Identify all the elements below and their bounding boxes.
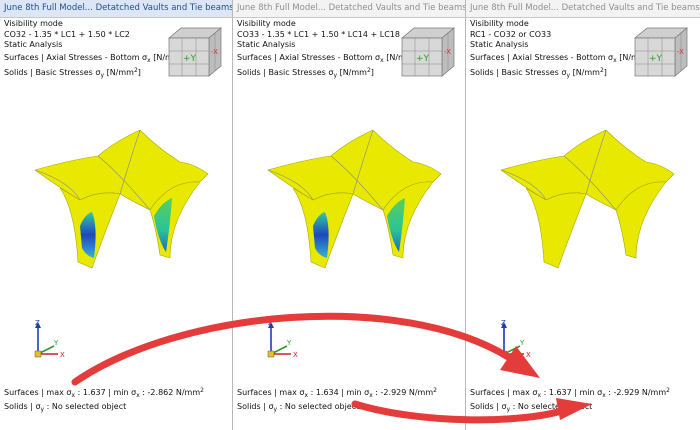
info-line: Solids | Basic Stresses σy [N/mm2] [237, 67, 374, 79]
cube-front-label: +Y [649, 54, 663, 64]
info-line: RC1 - CO32 or CO33 [470, 29, 552, 39]
axis-x-label: X [293, 351, 298, 359]
info-line: Surfaces | Axial Stresses - Bottom σx [N… [237, 52, 421, 64]
axis-z-label: Z [268, 319, 273, 327]
axis-triad-icon: Z YX [235, 318, 305, 367]
cube-front-label: +Y [416, 54, 430, 64]
axis-triad-icon: Z YX [2, 318, 72, 367]
panel-title[interactable]: June 8th Full Model... Detatched Vaults … [0, 0, 232, 18]
info-line: Static Analysis [470, 40, 529, 49]
viewport-panel-3[interactable]: June 8th Full Model... Detatched Vaults … [466, 0, 700, 430]
info-line: Static Analysis [237, 40, 296, 49]
info-line: Surfaces | Axial Stresses - Bottom σx [N… [4, 52, 188, 64]
axis-triad-icon: Z YX [468, 318, 538, 367]
info-line: Visibility mode [4, 19, 63, 28]
info-line: Static Analysis [4, 40, 63, 49]
result-summary: Surfaces | max σx : 1.634 | min σx : -2.… [237, 387, 437, 413]
info-line: CO33 - 1.35 * LC1 + 1.50 * LC14 + LC18 [237, 29, 400, 39]
info-overlay: Visibility mode CO33 - 1.35 * LC1 + 1.50… [237, 19, 421, 82]
navigation-cube-icon[interactable]: +Y -X [396, 26, 458, 82]
cube-side-label: -X [677, 48, 684, 56]
result-summary: Surfaces | max σx : 1.637 | min σx : -2.… [470, 387, 670, 413]
info-overlay: Visibility mode CO32 - 1.35 * LC1 + 1.50… [4, 19, 188, 82]
info-overlay: Visibility mode RC1 - CO32 or CO33 Stati… [470, 19, 654, 82]
panel-title[interactable]: June 8th Full Model... Detatched Vaults … [233, 0, 465, 18]
axis-y-label: Y [286, 339, 292, 347]
cube-side-label: -X [211, 48, 218, 56]
axis-z-label: Z [35, 319, 40, 327]
info-line: Solids | Basic Stresses σy [N/mm2] [470, 67, 607, 79]
axis-x-label: X [60, 351, 65, 359]
info-line: CO32 - 1.35 * LC1 + 1.50 * LC2 [4, 29, 130, 39]
navigation-cube-icon[interactable]: +Y -X [163, 26, 225, 82]
axis-z-label: Z [501, 319, 506, 327]
navigation-cube-icon[interactable]: +Y -X [629, 26, 691, 82]
model-view[interactable] [30, 130, 210, 270]
axis-y-label: Y [519, 339, 525, 347]
vault-leg-left [525, 187, 587, 269]
info-line: Surfaces | Axial Stresses - Bottom σx [N… [470, 52, 654, 64]
panel-title[interactable]: June 8th Full Model... Detatched Vaults … [466, 0, 700, 18]
viewport-panel-2[interactable]: June 8th Full Model... Detatched Vaults … [233, 0, 466, 430]
axis-y-label: Y [53, 339, 59, 347]
model-view[interactable] [263, 130, 443, 270]
info-line: Solids | Basic Stresses σy [N/mm2] [4, 67, 141, 79]
axis-x-label: X [526, 351, 531, 359]
result-summary: Surfaces | max σx : 1.637 | min σx : -2.… [4, 387, 204, 413]
cube-front-label: +Y [183, 54, 197, 64]
cube-side-label: -X [444, 48, 451, 56]
info-line: Visibility mode [237, 19, 296, 28]
info-line: Visibility mode [470, 19, 529, 28]
viewport-panel-1[interactable]: June 8th Full Model... Detatched Vaults … [0, 0, 233, 430]
model-view[interactable] [496, 130, 676, 270]
